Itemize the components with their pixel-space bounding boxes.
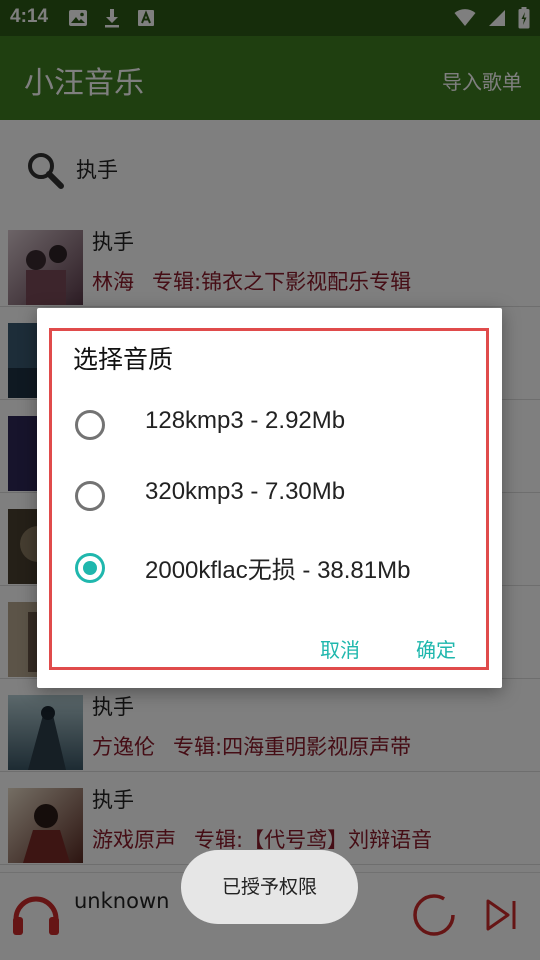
- confirm-button[interactable]: 确定: [416, 634, 456, 663]
- quality-option-label: 128kmp3 - 2.92Mb: [145, 407, 346, 434]
- radio-button[interactable]: [75, 481, 105, 511]
- cancel-button[interactable]: 取消: [320, 634, 360, 663]
- quality-option-label: 2000kflac无损 - 38.81Mb: [145, 557, 411, 584]
- radio-button-checked[interactable]: [75, 553, 105, 583]
- dialog-title: 选择音质: [73, 345, 174, 374]
- quality-option-128k[interactable]: 128kmp3 - 2.92Mb: [73, 403, 473, 447]
- quality-dialog: 选择音质 128kmp3 - 2.92Mb 320kmp3 - 7.30Mb 2…: [37, 308, 502, 688]
- quality-option-flac[interactable]: 2000kflac无损 - 38.81Mb: [73, 546, 473, 590]
- quality-option-label: 320kmp3 - 7.30Mb: [145, 478, 346, 505]
- toast-message: 已授予权限: [181, 850, 358, 924]
- radio-button[interactable]: [75, 410, 105, 440]
- quality-option-320k[interactable]: 320kmp3 - 7.30Mb: [73, 474, 473, 518]
